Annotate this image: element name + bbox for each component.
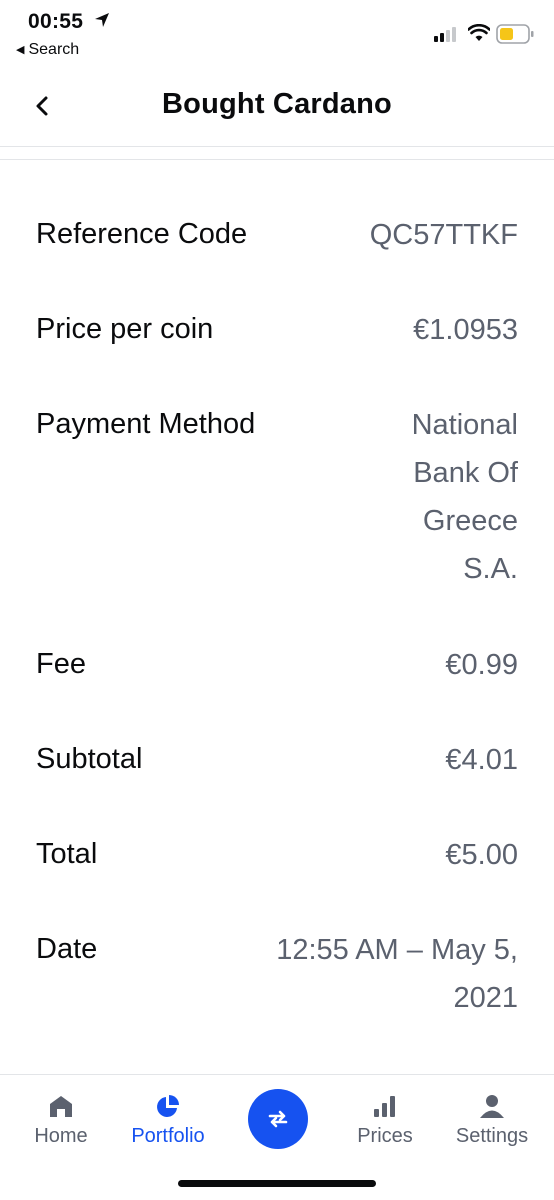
pie-chart-icon [157,1095,179,1117]
battery-icon [496,24,534,44]
tab-label: Portfolio [131,1125,205,1147]
detail-label: Total [36,838,98,870]
tab-portfolio[interactable]: Portfolio [113,1093,223,1148]
detail-value-line: National [411,409,518,441]
nav-header: Bought Cardano [0,68,554,147]
detail-value-line: Greece [422,505,518,537]
status-bar: 00:55 ◀ Search [0,0,554,68]
tab-settings[interactable]: Settings [437,1093,547,1148]
location-arrow-icon [95,13,109,27]
detail-value: €1.0953 [413,314,518,346]
swap-arrows-icon [268,1110,288,1128]
back-to-search-link[interactable]: ◀ Search [16,41,79,59]
detail-value-line: 2021 [453,982,518,1014]
detail-value: €4.01 [445,744,518,776]
screen: 00:55 ◀ Search Bought Cardano Reference … [0,0,554,1200]
bar-chart-icon [374,1096,395,1117]
home-icon [50,1096,72,1117]
detail-value: 12:55 AM – May 5, 2021 [276,926,518,1022]
detail-value-line: S.A. [463,553,518,585]
detail-value-line: 12:55 AM – May 5, [276,934,518,966]
divider [0,159,554,160]
trade-button[interactable] [248,1089,308,1149]
cellular-signal-icon [434,27,456,42]
back-triangle-icon: ◀ [16,44,25,56]
detail-value: €0.99 [445,649,518,681]
detail-label: Reference Code [36,218,248,250]
detail-label: Price per coin [36,313,214,345]
person-icon [480,1095,504,1118]
detail-value: QC57TTKF [369,219,518,251]
tab-label: Home [34,1125,88,1147]
status-time: 00:55 [28,10,84,33]
tab-home[interactable]: Home [6,1093,116,1148]
wifi-icon [468,24,490,41]
detail-value: National Bank Of Greece S.A. [412,401,518,593]
tab-label: Prices [357,1125,413,1147]
detail-value-line: Bank Of [413,457,518,489]
home-indicator [178,1180,376,1187]
detail-label: Date [36,933,98,965]
page-title: Bought Cardano [162,88,392,120]
tab-prices[interactable]: Prices [330,1093,440,1148]
detail-label: Subtotal [36,743,143,775]
detail-label: Payment Method [36,408,256,440]
detail-label: Fee [36,648,86,680]
detail-value: €5.00 [445,839,518,871]
tab-label: Settings [455,1125,529,1147]
back-app-label: Search [28,41,80,58]
